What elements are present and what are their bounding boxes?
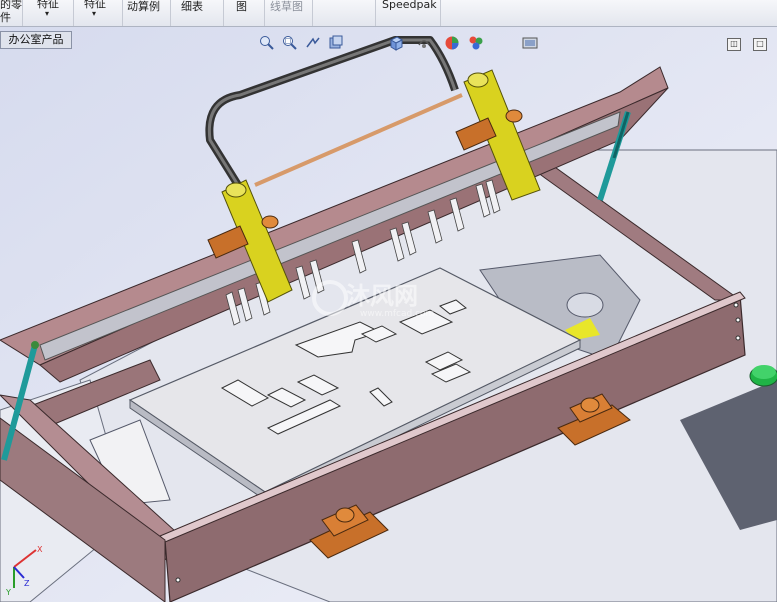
triad-y-label: Y bbox=[5, 588, 11, 597]
ribbon-label: 件 bbox=[0, 11, 11, 24]
command-manager-ribbon: 的零 件 特征 ▾ 特征 ▾ 动算例 细表 图 线草图 Speedpak bbox=[0, 0, 777, 27]
view-orientation-icon[interactable] bbox=[388, 35, 404, 51]
arm-pivot bbox=[467, 72, 489, 88]
ribbon-label: 线草图 bbox=[270, 0, 303, 13]
green-button-top bbox=[752, 365, 776, 379]
ribbon-group-detail-table[interactable]: 细表 bbox=[171, 0, 224, 26]
ribbon-group-parts[interactable]: 的零 件 bbox=[0, 0, 23, 26]
maximize-icon[interactable]: □ bbox=[753, 38, 767, 51]
dropdown-arrow-icon: ▾ bbox=[92, 9, 97, 18]
ribbon-group-drawing[interactable]: 图 bbox=[224, 0, 265, 26]
watermark-url: www.mfcad.com bbox=[360, 309, 434, 319]
frame-screw bbox=[733, 302, 739, 308]
graphics-viewport[interactable]: 沐风网 www.mfcad.com X Y Z bbox=[0, 27, 777, 602]
ribbon-label: 动算例 bbox=[127, 0, 160, 13]
watermark-logo-text: 沐风网 bbox=[346, 282, 418, 310]
ribbon-group-sketch[interactable]: 线草图 bbox=[265, 0, 313, 26]
view-settings-icon[interactable] bbox=[522, 35, 538, 51]
display-style-icon[interactable] bbox=[416, 35, 432, 51]
dropdown-arrow-icon: ▾ bbox=[45, 9, 50, 18]
ribbon-group-features-2[interactable]: 特征 ▾ bbox=[74, 0, 123, 26]
strut-pivot bbox=[31, 341, 39, 349]
restore-icon[interactable]: ◫ bbox=[727, 38, 741, 51]
ribbon-group-motion-study[interactable]: 动算例 bbox=[123, 0, 171, 26]
apply-scene-icon[interactable] bbox=[468, 35, 484, 51]
frame-screw bbox=[175, 577, 181, 583]
zoom-to-fit-icon[interactable] bbox=[259, 35, 275, 51]
ribbon-group-empty bbox=[313, 0, 376, 26]
triad-z-label: Z bbox=[24, 579, 30, 588]
ribbon-label: 图 bbox=[236, 0, 247, 13]
heads-up-view-toolbar bbox=[256, 35, 556, 55]
ribbon-label: Speedpak bbox=[382, 0, 437, 11]
frame-screw bbox=[735, 317, 741, 323]
ribbon-label: 细表 bbox=[181, 0, 203, 13]
arm-pivot bbox=[225, 182, 247, 198]
previous-view-icon[interactable] bbox=[305, 35, 321, 51]
cutout-round bbox=[566, 292, 604, 318]
ribbon-group-features-1[interactable]: 特征 ▾ bbox=[23, 0, 74, 26]
edit-appearance-icon[interactable] bbox=[444, 35, 460, 51]
frame-screw bbox=[735, 335, 741, 341]
ribbon-group-speedpak[interactable]: Speedpak bbox=[376, 0, 441, 26]
zoom-area-icon[interactable] bbox=[282, 35, 298, 51]
tab-office-products[interactable]: 办公室产品 bbox=[0, 31, 72, 49]
section-view-icon[interactable] bbox=[328, 35, 344, 51]
triad-x-label: X bbox=[37, 545, 43, 554]
